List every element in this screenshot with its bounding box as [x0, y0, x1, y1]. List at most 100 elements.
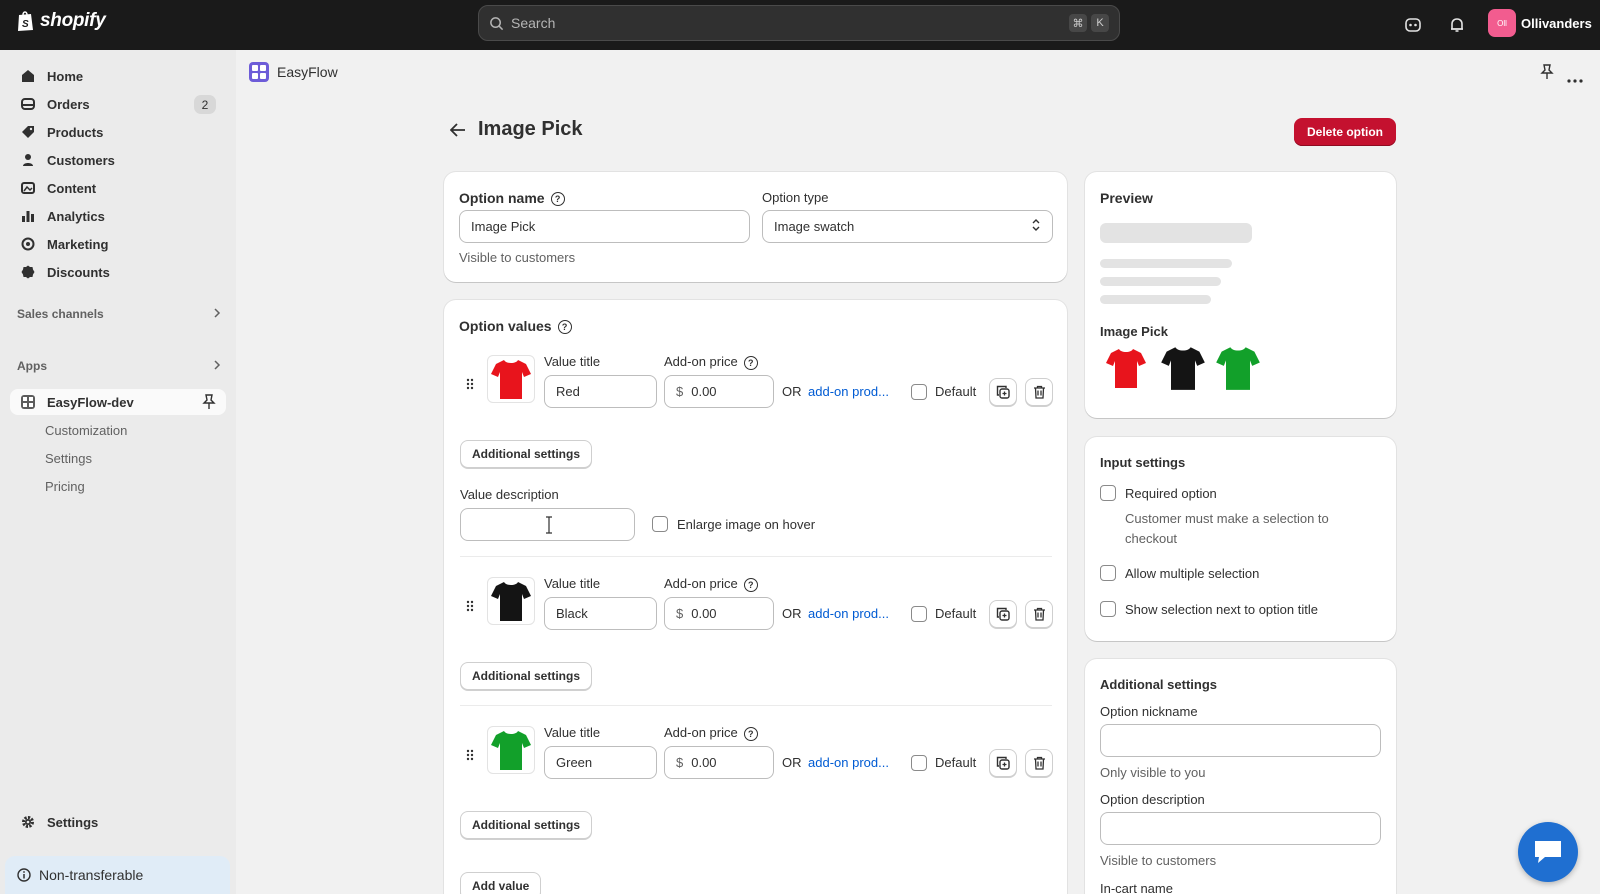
bell-icon[interactable] [1446, 14, 1468, 36]
duplicate-button[interactable] [989, 378, 1017, 406]
sidebar-item-home[interactable]: Home [10, 63, 226, 89]
drag-handle-icon[interactable] [465, 598, 475, 614]
addon-price-input[interactable]: $0.00 [664, 375, 774, 408]
sidebar-item-label: Customers [47, 152, 115, 168]
addon-price-input[interactable]: $0.00 [664, 597, 774, 630]
store-menu[interactable]: Oll Ollivanders [1488, 9, 1592, 37]
sidebar-item-settings[interactable]: Settings [10, 809, 226, 835]
chevron-right-icon [212, 359, 222, 373]
show-selection-checkbox[interactable] [1100, 601, 1116, 617]
preview-swatch-black[interactable] [1160, 344, 1206, 395]
tshirt-black-icon [491, 582, 531, 621]
sidebar-item-orders[interactable]: Orders 2 [10, 91, 226, 117]
option-name-help: Visible to customers [459, 250, 576, 265]
sidebar-item-label: Products [47, 124, 104, 140]
option-description-label: Option description [1100, 792, 1205, 807]
value-image-thumb[interactable] [487, 726, 535, 774]
sidebar-item-label: Home [47, 68, 84, 84]
enlarge-on-hover-checkbox[interactable] [652, 516, 668, 532]
chat-button[interactable] [1518, 822, 1578, 882]
pin-icon[interactable] [202, 394, 216, 413]
addon-product-link[interactable]: add-on prod... [808, 384, 889, 399]
sidebar-item-label: Marketing [47, 236, 109, 252]
delete-value-button[interactable] [1025, 378, 1053, 406]
sidebar-item-discounts[interactable]: Discounts [10, 259, 226, 285]
value-title-label: Value title [544, 725, 601, 740]
delete-option-button[interactable]: Delete option [1294, 118, 1396, 146]
divider [460, 556, 1052, 557]
drag-handle-icon[interactable] [465, 376, 475, 392]
value-title-input[interactable]: Black [544, 597, 657, 630]
sidebar-subitem-pricing[interactable]: Pricing [45, 479, 85, 494]
default-checkbox[interactable] [911, 606, 927, 622]
value-image-thumb[interactable] [487, 355, 535, 403]
target-icon [20, 236, 36, 252]
preview-option-label: Image Pick [1100, 324, 1168, 339]
info-icon [17, 868, 31, 882]
option-type-value: Image swatch [774, 219, 855, 234]
addon-product-link[interactable]: add-on prod... [808, 606, 889, 621]
in-cart-name-label: In-cart name [1100, 881, 1173, 894]
duplicate-button[interactable] [989, 749, 1017, 777]
required-option-checkbox[interactable] [1100, 485, 1116, 501]
delete-value-button[interactable] [1025, 600, 1053, 628]
value-image-thumb[interactable] [487, 577, 535, 625]
option-name-label: Option name? [459, 190, 565, 207]
default-label: Default [935, 384, 977, 399]
sidebar-item-products[interactable]: Products [10, 119, 226, 145]
default-checkbox[interactable] [911, 384, 927, 400]
addon-price-input[interactable]: $0.00 [664, 746, 774, 779]
tshirt-red-icon [491, 360, 531, 399]
back-arrow-icon[interactable] [450, 122, 466, 137]
duplicate-button[interactable] [989, 600, 1017, 628]
home-icon [20, 68, 36, 84]
search-input[interactable]: Search ⌘ K [478, 5, 1120, 41]
required-option-help: Customer must make a selection to checko… [1125, 511, 1329, 546]
drag-handle-icon[interactable] [465, 747, 475, 763]
person-icon [20, 152, 36, 168]
sidebar-subitem-customization[interactable]: Customization [45, 423, 127, 438]
option-description-input[interactable] [1100, 812, 1381, 845]
pin-icon[interactable] [1540, 64, 1554, 83]
discount-icon [20, 264, 36, 280]
shopify-logo[interactable]: S shopify [16, 10, 106, 32]
value-description-label: Value description [460, 487, 559, 502]
option-description-help: Visible to customers [1100, 853, 1217, 868]
duplicate-icon [996, 756, 1010, 770]
default-checkbox[interactable] [911, 755, 927, 771]
sidebar-item-customers[interactable]: Customers [10, 147, 226, 173]
sidebar-item-content[interactable]: Content [10, 175, 226, 201]
trash-icon [1033, 607, 1045, 621]
addon-product-link[interactable]: add-on prod... [808, 755, 889, 770]
non-transferable-banner[interactable]: Non-transferable [5, 856, 230, 894]
additional-settings-button[interactable]: Additional settings [460, 811, 592, 839]
apps-section[interactable]: Apps [17, 359, 222, 373]
additional-settings-button[interactable]: Additional settings [460, 662, 592, 690]
additional-settings-button[interactable]: Additional settings [460, 440, 592, 468]
option-nickname-input[interactable] [1100, 724, 1381, 757]
sidebar-item-marketing[interactable]: Marketing [10, 231, 226, 257]
sidebar-item-analytics[interactable]: Analytics [10, 203, 226, 229]
option-name-input[interactable]: Image Pick [459, 210, 750, 243]
preview-swatch-green[interactable] [1215, 344, 1261, 395]
more-icon[interactable] [1567, 71, 1583, 86]
sidebar-item-easyflow-dev[interactable]: EasyFlow-dev [10, 389, 226, 415]
value-title-input[interactable]: Red [544, 375, 657, 408]
value-description-input[interactable] [460, 508, 635, 541]
delete-value-button[interactable] [1025, 749, 1053, 777]
apps-label: Apps [17, 359, 47, 373]
sidekick-icon[interactable] [1402, 14, 1424, 36]
sidebar-subitem-settings[interactable]: Settings [45, 451, 92, 466]
chat-bubble-icon [1535, 841, 1561, 863]
preview-swatch-red[interactable] [1105, 344, 1147, 395]
option-values-heading: Option values? [459, 318, 572, 335]
skeleton-line [1100, 259, 1232, 268]
or-label: OR [782, 606, 802, 621]
sales-channels-section[interactable]: Sales channels [17, 307, 222, 321]
allow-multiple-checkbox[interactable] [1100, 565, 1116, 581]
content-icon [20, 180, 36, 196]
option-type-select[interactable]: Image swatch [762, 210, 1053, 243]
preview-card: Preview Image Pick [1085, 172, 1396, 418]
add-value-button[interactable]: Add value [460, 872, 542, 894]
value-title-input[interactable]: Green [544, 746, 657, 779]
